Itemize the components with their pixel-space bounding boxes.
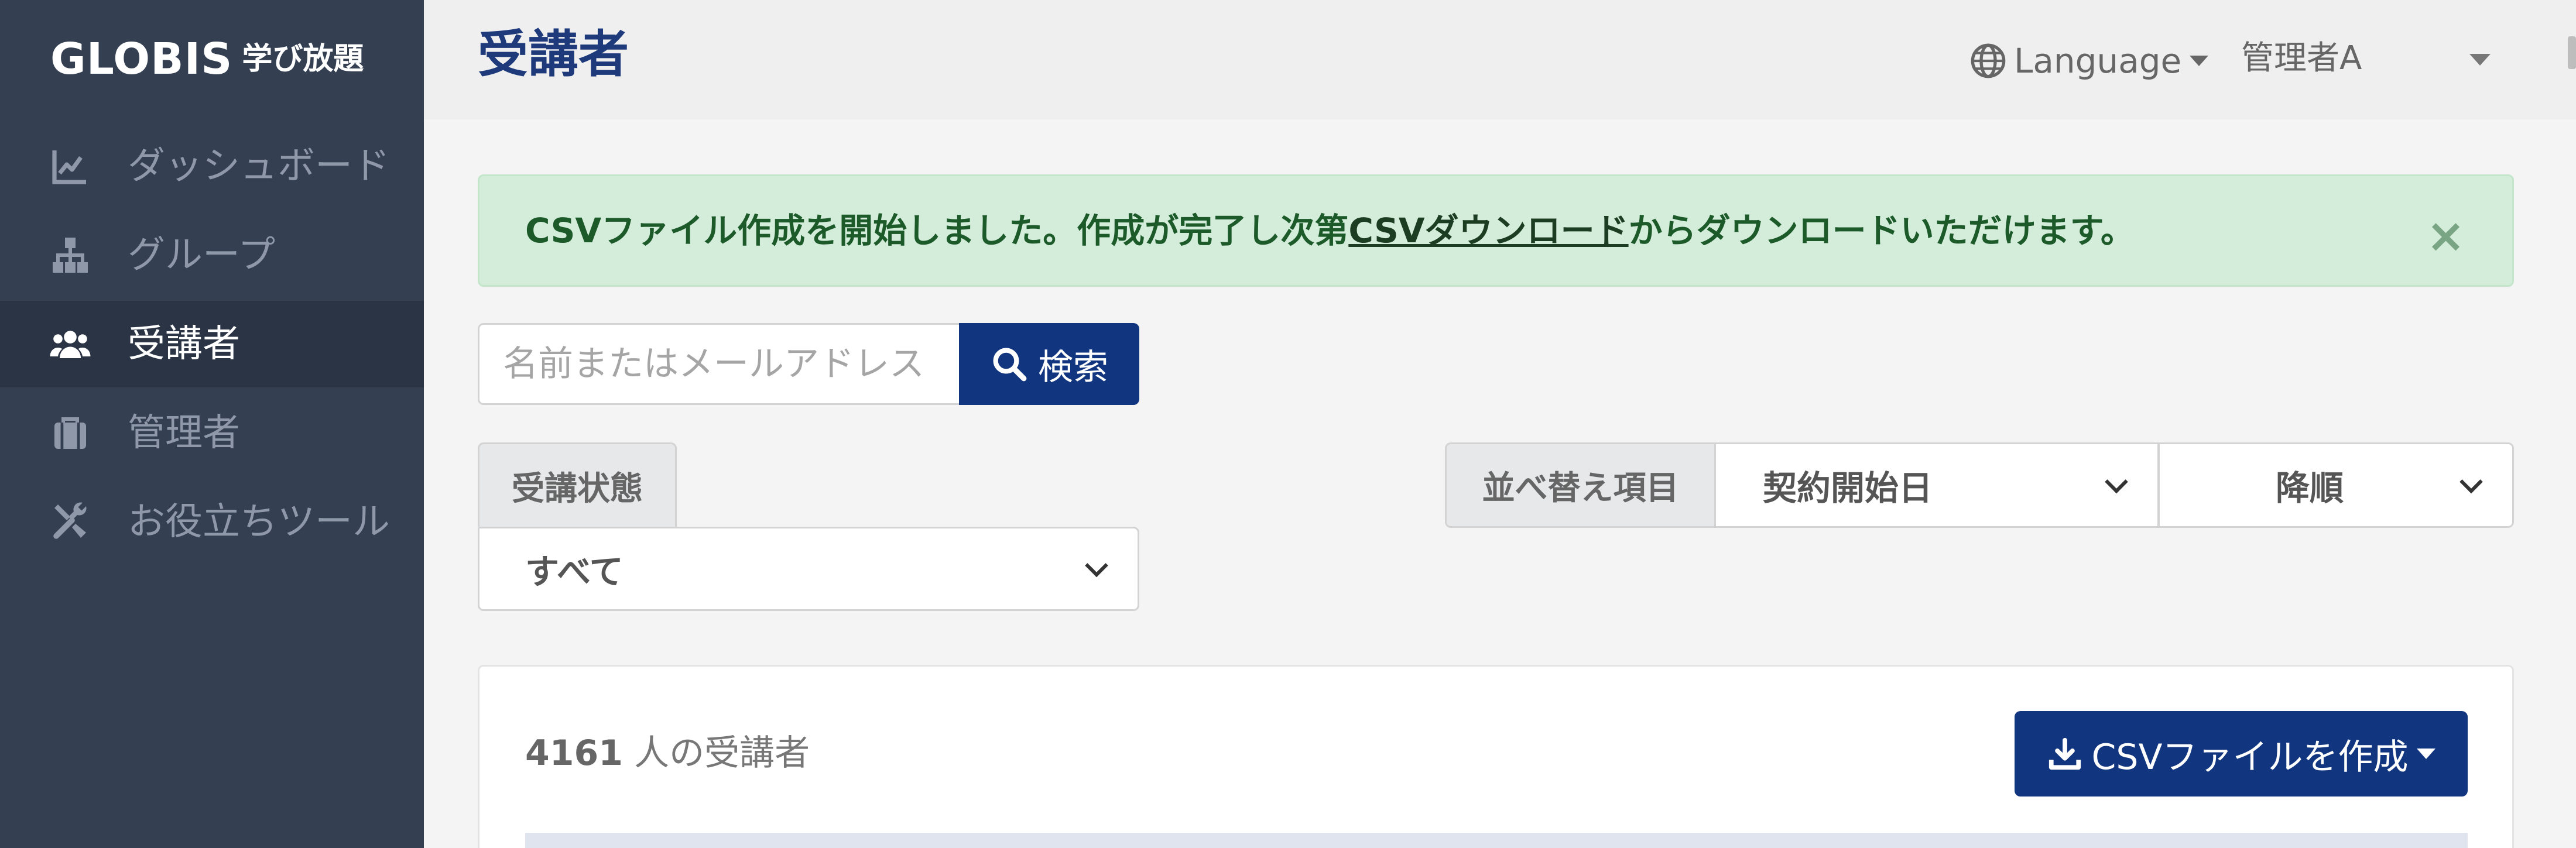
- table-header: [525, 833, 2468, 848]
- student-count-value: 4161: [525, 733, 623, 774]
- chart-line-icon: [49, 145, 91, 187]
- user-menu-label[interactable]: 管理者A: [2241, 42, 2362, 75]
- status-filter-label: 受講状態: [478, 442, 677, 528]
- sidebar-item-students[interactable]: 受講者: [0, 301, 424, 387]
- sort-order-select[interactable]: 降順: [2158, 442, 2514, 528]
- status-filter-select[interactable]: すべて: [478, 527, 1139, 611]
- students-card: 4161 人の受講者 CSVファイルを作成: [478, 665, 2514, 848]
- logo-subtitle: 学び放題: [242, 42, 364, 77]
- top-header: 受講者 Language 管理者A: [424, 0, 2576, 119]
- success-alert: CSVファイル作成を開始しました。作成が完了し次第CSVダウンロードからダウンロ…: [478, 174, 2514, 287]
- sidebar-item-label: 管理者: [128, 411, 240, 455]
- create-csv-button[interactable]: CSVファイルを作成: [2015, 711, 2468, 796]
- sort-field-value: 契約開始日: [1763, 468, 1933, 508]
- alert-text-before: CSVファイル作成を開始しました。作成が完了し次第: [525, 211, 1349, 250]
- sidebar-item-tools[interactable]: お役立ちツール: [0, 479, 424, 565]
- tools-icon: [49, 501, 91, 543]
- language-label: Language: [2014, 41, 2182, 81]
- student-count-suffix: 人の受講者: [623, 733, 810, 774]
- sidebar: GLOBIS 学び放題 ダッシュボード グループ 受講者 管理者 お役立ちツール: [0, 0, 424, 848]
- status-filter-value: すべて: [525, 552, 624, 592]
- sidebar-item-dashboard[interactable]: ダッシュボード: [0, 123, 424, 210]
- caret-down-icon: [2416, 749, 2435, 759]
- sitemap-icon: [49, 234, 91, 276]
- download-icon: [2049, 737, 2081, 770]
- globe-icon: [1971, 43, 2006, 78]
- users-icon: [49, 323, 91, 365]
- globis-logo[interactable]: GLOBIS 学び放題: [50, 37, 364, 81]
- search-input[interactable]: [478, 323, 959, 405]
- search-button[interactable]: 検索: [959, 323, 1139, 405]
- sort-field-label: 並べ替え項目: [1445, 442, 1714, 528]
- csv-download-link[interactable]: CSVダウンロード: [1348, 211, 1628, 250]
- alert-message: CSVファイル作成を開始しました。作成が完了し次第CSVダウンロードからダウンロ…: [525, 212, 2135, 250]
- sidebar-item-label: お役立ちツール: [128, 500, 390, 544]
- sidebar-item-admins[interactable]: 管理者: [0, 390, 424, 476]
- close-icon[interactable]: ×: [2426, 212, 2465, 259]
- page-title: 受講者: [478, 25, 629, 84]
- chevron-down-icon: [2105, 470, 2128, 494]
- sidebar-item-group[interactable]: グループ: [0, 212, 424, 298]
- student-count: 4161 人の受講者: [525, 736, 810, 771]
- user-menu-caret-icon[interactable]: [2469, 54, 2491, 66]
- sort-field-select[interactable]: 契約開始日: [1714, 442, 2159, 528]
- alert-text-after: からダウンロードいただけます。: [1628, 211, 2135, 250]
- caret-down-icon: [2190, 56, 2209, 66]
- sidebar-item-label: 受講者: [128, 322, 240, 366]
- chevron-down-icon: [2459, 470, 2483, 494]
- create-csv-button-label: CSVファイルを作成: [2091, 736, 2409, 778]
- scrollbar-thumb[interactable]: [2568, 36, 2576, 69]
- chevron-down-icon: [1085, 554, 1108, 578]
- language-dropdown[interactable]: Language: [1969, 41, 2209, 81]
- search-button-label: 検索: [1038, 346, 1108, 388]
- sidebar-item-label: ダッシュボード: [128, 145, 390, 188]
- search-icon: [993, 348, 1027, 382]
- logo-wordmark: GLOBIS: [50, 34, 233, 84]
- sidebar-item-label: グループ: [128, 234, 276, 277]
- briefcase-icon: [49, 412, 91, 454]
- sort-order-value: 降順: [2275, 468, 2344, 508]
